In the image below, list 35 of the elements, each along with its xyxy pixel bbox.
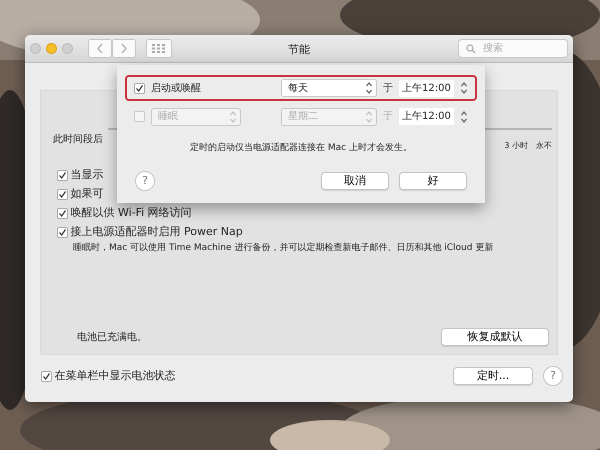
cancel-button[interactable]: 取消 <box>321 172 389 190</box>
checkbox[interactable] <box>134 82 145 94</box>
ok-button[interactable]: 好 <box>399 172 467 190</box>
help-button[interactable]: ? <box>543 366 563 386</box>
checkbox-label: 接上电源适配器时启用 Power Nap <box>70 225 243 239</box>
checkbox-label: 启动或唤醒 <box>151 82 202 96</box>
tick-label: 3 小时 <box>504 140 528 152</box>
slider-label: 此时间段后 <box>53 132 103 146</box>
at-label: 于 <box>383 82 393 96</box>
at-label: 于 <box>383 110 393 124</box>
checkbox-label: 如果可 <box>70 187 104 201</box>
note-text: 定时的启动仅当电源适配器连接在 Mac 上时才会发生。 <box>189 142 413 154</box>
description-text: 睡眠时，Mac 可以使用 Time Machine 进行备份，并可以定期检查新电子邮件、日历和其他 iCloud 更新 <box>72 242 494 255</box>
battery-status-text: 电池已充满电。 <box>77 330 147 344</box>
checkbox-label: 当显示 <box>70 168 104 182</box>
stepper-icon[interactable] <box>460 80 468 96</box>
checkbox[interactable] <box>41 370 52 382</box>
checkbox-label: 唤醒以供 Wi-Fi 网络访问 <box>70 206 192 220</box>
checkbox[interactable] <box>57 226 68 238</box>
chevron-left-icon <box>96 43 104 54</box>
restore-defaults-button[interactable]: 恢复成默认 <box>441 328 549 346</box>
checkbox[interactable] <box>57 170 68 180</box>
chevron-right-icon <box>120 43 128 54</box>
time-field[interactable]: 上午12:00 <box>399 80 454 96</box>
window-title: 节能 <box>287 42 311 58</box>
checkbox[interactable] <box>57 208 68 218</box>
help-button[interactable]: ? <box>135 171 155 191</box>
tick-label: 永不 <box>536 140 552 152</box>
schedule-button[interactable]: 定时... <box>453 367 533 385</box>
search-field[interactable]: 搜索 <box>458 39 568 58</box>
stepper-icon[interactable] <box>365 80 373 96</box>
checkbox[interactable] <box>57 188 68 200</box>
day-select[interactable]: 每天 <box>281 79 377 97</box>
grid-icon <box>152 44 166 53</box>
checkbox-label: 在菜单栏中显示电池状态 <box>54 368 176 384</box>
